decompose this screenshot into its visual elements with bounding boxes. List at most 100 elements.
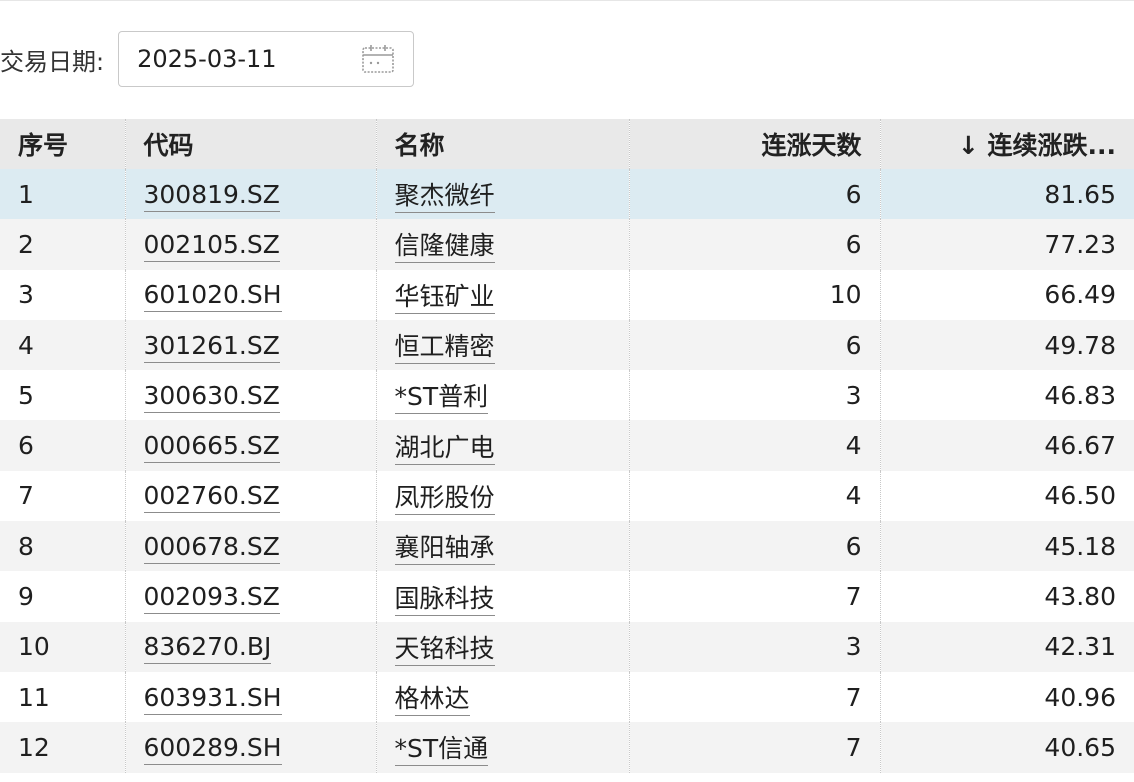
stock-name-link[interactable]: 华钰矿业: [394, 281, 495, 314]
date-value: 2025-03-11: [137, 45, 277, 73]
cell-streak-change: 40.65: [880, 722, 1134, 773]
table-row[interactable]: 3 601020.SH 华钰矿业 10 66.49: [0, 269, 1134, 320]
cell-index: 11: [0, 671, 126, 723]
header-name[interactable]: 名称: [376, 119, 630, 169]
cell-name: 襄阳轴承: [376, 521, 630, 572]
cell-index: 4: [0, 319, 126, 371]
cell-index: 12: [0, 722, 126, 773]
cell-code: 301261.SZ: [125, 319, 377, 371]
table-row[interactable]: 7 002760.SZ 凤形股份 4 46.50: [0, 470, 1134, 522]
cell-streak-days: 6: [629, 521, 881, 572]
stock-code-link[interactable]: 000678.SZ: [143, 531, 280, 564]
header-streak-change[interactable]: ↓ 连续涨跌...: [880, 119, 1134, 169]
table-row[interactable]: 1 300819.SZ 聚杰微纤 6 81.65: [0, 169, 1134, 220]
cell-code: 600289.SH: [125, 722, 377, 773]
cell-streak-days: 6: [629, 219, 881, 270]
cell-name: 格林达: [376, 671, 630, 723]
cell-code: 002093.SZ: [125, 571, 377, 622]
cell-index: 5: [0, 370, 126, 421]
stock-code-link[interactable]: 000665.SZ: [143, 431, 280, 464]
table-row[interactable]: 11 603931.SH 格林达 7 40.96: [0, 671, 1134, 723]
stock-code-link[interactable]: 600289.SH: [143, 732, 282, 765]
stock-name-link[interactable]: *ST信通: [394, 734, 489, 767]
cell-code: 836270.BJ: [125, 621, 377, 672]
header-streak-days[interactable]: 连涨天数: [629, 119, 881, 169]
cell-streak-days: 4: [629, 420, 881, 471]
table-row[interactable]: 5 300630.SZ *ST普利 3 46.83: [0, 370, 1134, 421]
date-filter: 交易日期: 2025-03-11: [0, 30, 415, 88]
stock-name-link[interactable]: 凤形股份: [394, 482, 495, 515]
cell-streak-days: 7: [629, 671, 881, 723]
cell-streak-days: 6: [629, 319, 881, 371]
stock-code-link[interactable]: 836270.BJ: [143, 632, 272, 665]
cell-streak-days: 7: [629, 722, 881, 773]
cell-name: 恒工精密: [376, 319, 630, 371]
stock-code-link[interactable]: 002105.SZ: [143, 229, 280, 262]
table-row[interactable]: 2 002105.SZ 信隆健康 6 77.23: [0, 219, 1134, 270]
cell-code: 000678.SZ: [125, 521, 377, 572]
stock-code-link[interactable]: 002760.SZ: [143, 481, 280, 514]
table-row[interactable]: 6 000665.SZ 湖北广电 4 46.67: [0, 420, 1134, 471]
cell-streak-change: 46.67: [880, 420, 1134, 471]
cell-streak-change: 46.83: [880, 370, 1134, 421]
cell-index: 8: [0, 521, 126, 572]
cell-name: 凤形股份: [376, 470, 630, 522]
stock-name-link[interactable]: 湖北广电: [394, 432, 495, 465]
stock-name-link[interactable]: 襄阳轴承: [394, 533, 495, 566]
cell-streak-days: 4: [629, 470, 881, 522]
stock-name-link[interactable]: *ST普利: [394, 382, 489, 415]
cell-streak-change: 46.50: [880, 470, 1134, 522]
table-header-row: 序号 代码 名称 连涨天数 ↓ 连续涨跌...: [0, 119, 1134, 169]
table-row[interactable]: 8 000678.SZ 襄阳轴承 6 45.18: [0, 521, 1134, 572]
table-row[interactable]: 10 836270.BJ 天铭科技 3 42.31: [0, 621, 1134, 672]
cell-name: *ST信通: [376, 722, 630, 773]
cell-name: *ST普利: [376, 370, 630, 421]
stock-code-link[interactable]: 603931.SH: [143, 682, 282, 715]
cell-name: 聚杰微纤: [376, 169, 630, 220]
cell-code: 000665.SZ: [125, 420, 377, 471]
cell-index: 2: [0, 219, 126, 270]
cell-code: 300630.SZ: [125, 370, 377, 421]
cell-streak-days: 6: [629, 169, 881, 220]
cell-streak-change: 49.78: [880, 319, 1134, 371]
table-row[interactable]: 4 301261.SZ 恒工精密 6 49.78: [0, 319, 1134, 371]
stock-code-link[interactable]: 301261.SZ: [143, 330, 280, 363]
table-row[interactable]: 12 600289.SH *ST信通 7 40.65: [0, 722, 1134, 773]
cell-streak-days: 10: [629, 269, 881, 320]
stock-name-link[interactable]: 聚杰微纤: [394, 181, 495, 214]
streak-table: 序号 代码 名称 连涨天数 ↓ 连续涨跌... 1 300819.SZ 聚杰微纤 6 8…: [0, 119, 1134, 773]
cell-streak-change: 43.80: [880, 571, 1134, 622]
cell-index: 9: [0, 571, 126, 622]
stock-name-link[interactable]: 恒工精密: [394, 332, 495, 365]
cell-streak-change: 66.49: [880, 269, 1134, 320]
date-label: 交易日期:: [0, 47, 105, 76]
cell-streak-change: 40.96: [880, 671, 1134, 723]
header-index[interactable]: 序号: [0, 119, 126, 169]
stock-code-link[interactable]: 002093.SZ: [143, 582, 280, 615]
cell-streak-change: 81.65: [880, 169, 1134, 220]
date-picker-input[interactable]: 2025-03-11: [118, 31, 415, 87]
cell-index: 6: [0, 420, 126, 471]
table-row[interactable]: 9 002093.SZ 国脉科技 7 43.80: [0, 571, 1134, 622]
cell-name: 国脉科技: [376, 571, 630, 622]
cell-code: 603931.SH: [125, 671, 377, 723]
cell-code: 601020.SH: [125, 269, 377, 320]
cell-streak-change: 42.31: [880, 621, 1134, 672]
cell-streak-change: 77.23: [880, 219, 1134, 270]
cell-index: 10: [0, 621, 126, 672]
stock-name-link[interactable]: 国脉科技: [394, 583, 495, 616]
cell-streak-days: 3: [629, 370, 881, 421]
stock-name-link[interactable]: 信隆健康: [394, 231, 495, 264]
calendar-icon[interactable]: [361, 44, 395, 74]
cell-code: 300819.SZ: [125, 169, 377, 220]
cell-name: 华钰矿业: [376, 269, 630, 320]
header-code[interactable]: 代码: [125, 119, 377, 169]
top-divider: [0, 0, 1134, 1]
cell-streak-days: 7: [629, 571, 881, 622]
stock-name-link[interactable]: 格林达: [394, 684, 470, 717]
stock-code-link[interactable]: 300819.SZ: [143, 179, 280, 212]
cell-streak-change: 45.18: [880, 521, 1134, 572]
stock-name-link[interactable]: 天铭科技: [394, 633, 495, 666]
stock-code-link[interactable]: 601020.SH: [143, 280, 282, 313]
stock-code-link[interactable]: 300630.SZ: [143, 380, 280, 413]
